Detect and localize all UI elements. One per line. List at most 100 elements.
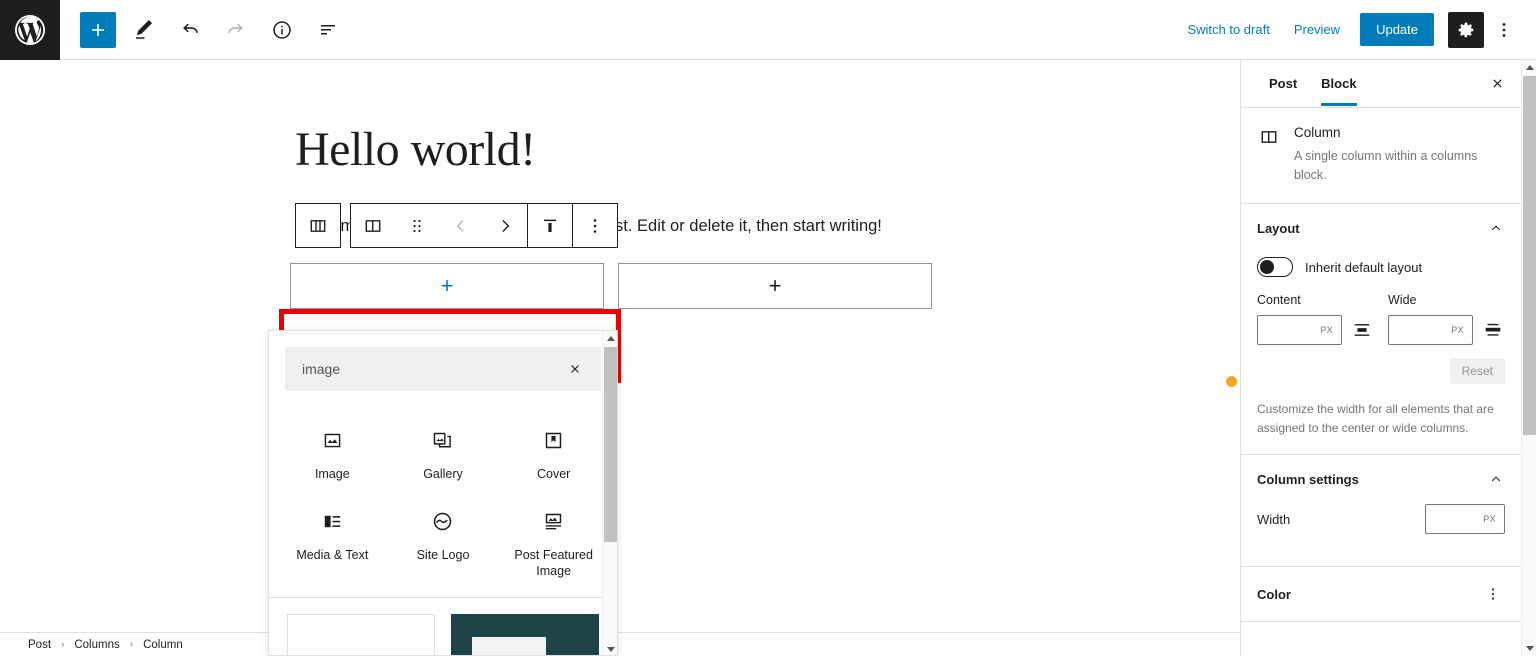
tools-edit-button[interactable] <box>126 12 162 48</box>
block-type-column-button[interactable] <box>351 204 395 247</box>
block-inserter-toggle[interactable] <box>80 11 116 48</box>
width-controls-row: Content PX Wide PX <box>1257 293 1505 345</box>
tab-post[interactable]: Post <box>1257 61 1309 106</box>
sidebar-scrollbar[interactable] <box>1521 60 1536 656</box>
undo-arrow-icon <box>183 23 199 33</box>
reset-row: Reset <box>1257 358 1505 384</box>
panel-body-column-settings: Width PX <box>1241 504 1521 566</box>
list-view-button[interactable] <box>310 12 346 48</box>
pattern-preview-light[interactable] <box>287 614 435 655</box>
panel-title: Column settings <box>1257 471 1359 487</box>
block-label: Post Featured Image <box>514 548 593 578</box>
panel-title: Color <box>1257 586 1291 602</box>
move-left-button[interactable] <box>439 204 483 247</box>
vertical-align-button[interactable] <box>528 204 572 247</box>
panel-header-color[interactable]: Color <box>1241 567 1521 621</box>
inserter-scrollbar[interactable] <box>602 331 617 655</box>
parent-block-group <box>295 203 341 248</box>
top-bar-right-actions: Switch to draft Preview Update <box>1175 11 1536 48</box>
list-view-icon <box>321 24 335 34</box>
gear-icon <box>1458 22 1474 37</box>
breadcrumb-item-column[interactable]: Column <box>139 637 187 653</box>
inserter-block-post-featured-image[interactable]: Post Featured Image <box>498 492 609 589</box>
scroll-up-arrow[interactable] <box>1522 60 1536 75</box>
details-button[interactable] <box>264 12 300 48</box>
column-appender-left[interactable]: + <box>290 263 604 309</box>
panel-title: Layout <box>1257 220 1300 236</box>
chevron-left-icon <box>456 219 464 232</box>
inserter-search-field[interactable] <box>285 347 601 391</box>
block-options-button[interactable] <box>573 204 617 247</box>
vertical-ellipsis-icon <box>1502 22 1506 37</box>
editor-canvas: Hello world! Welcome to WordPress. This … <box>0 60 1240 632</box>
block-card-title: Column <box>1294 125 1341 140</box>
undo-button[interactable] <box>172 12 208 48</box>
scroll-down-arrow[interactable] <box>603 642 617 655</box>
block-label: Gallery <box>423 467 463 481</box>
pencil-icon <box>136 19 153 39</box>
drag-handle[interactable] <box>395 204 439 247</box>
clear-search-button[interactable] <box>562 356 588 382</box>
block-label: Cover <box>536 467 571 481</box>
content-width-input[interactable]: PX <box>1257 315 1342 345</box>
plus-icon: + <box>440 273 454 298</box>
close-sidebar-button[interactable] <box>1481 68 1513 100</box>
inserter-block-media-text[interactable]: Media & Text <box>277 492 388 589</box>
panel-header-layout[interactable]: Layout <box>1241 204 1521 253</box>
redo-button[interactable] <box>218 12 254 48</box>
column-appender-right[interactable]: + <box>618 263 932 309</box>
marker-dot <box>1226 376 1237 387</box>
wide-align-button[interactable] <box>1481 317 1505 343</box>
inherit-default-layout-toggle[interactable] <box>1257 257 1293 277</box>
move-right-button[interactable] <box>483 204 527 247</box>
content-width-control: Content PX <box>1257 293 1374 345</box>
site-logo-icon <box>430 506 455 536</box>
wordpress-logo[interactable] <box>0 0 60 60</box>
media-text-icon <box>320 506 345 536</box>
image-icon <box>320 425 345 455</box>
scroll-up-arrow[interactable] <box>603 331 617 346</box>
panel-header-column-settings[interactable]: Column settings <box>1241 455 1521 504</box>
breadcrumb-item-columns[interactable]: Columns <box>70 637 123 653</box>
wide-width-field: PX <box>1388 315 1505 345</box>
preview-button[interactable]: Preview <box>1282 14 1352 45</box>
info-circle-icon <box>273 20 291 39</box>
inserter-block-gallery[interactable]: Gallery <box>388 411 499 492</box>
pattern-preview-dark[interactable] <box>451 614 599 655</box>
tab-block[interactable]: Block <box>1309 61 1368 106</box>
unit-label: PX <box>1451 325 1464 335</box>
breadcrumb: Post › Columns › Column <box>0 632 1240 656</box>
column-icon <box>1257 125 1281 185</box>
select-parent-columns-button[interactable] <box>296 204 340 247</box>
switch-to-draft-button[interactable]: Switch to draft <box>1175 14 1281 45</box>
editor-options-button[interactable] <box>1486 12 1522 48</box>
scrollbar-thumb[interactable] <box>1523 76 1536 435</box>
toggle-knob <box>1260 260 1274 274</box>
align-wide-icon <box>1485 323 1501 336</box>
editor-top-bar: Switch to draft Preview Update <box>0 0 1536 60</box>
vertical-ellipsis-icon <box>593 218 597 233</box>
settings-sidebar: Post Block Column A single column within… <box>1240 60 1536 656</box>
search-input[interactable] <box>302 361 562 377</box>
drag-dots-icon <box>413 219 421 232</box>
update-button[interactable]: Update <box>1360 13 1434 46</box>
settings-toggle-button[interactable] <box>1448 11 1484 48</box>
column-width-input[interactable]: PX <box>1425 504 1505 534</box>
post-title[interactable]: Hello world! <box>295 122 536 177</box>
inserter-block-cover[interactable]: Cover <box>498 411 609 492</box>
wide-width-input[interactable]: PX <box>1388 315 1473 345</box>
sidebar-tabs: Post Block <box>1241 60 1521 108</box>
scrollbar-thumb[interactable] <box>604 347 617 542</box>
column-width-row: Width PX <box>1257 504 1505 550</box>
color-options-button[interactable] <box>1481 582 1505 606</box>
block-toolbar <box>295 203 618 248</box>
reset-button[interactable]: Reset <box>1449 358 1505 384</box>
inserter-block-site-logo[interactable]: Site Logo <box>388 492 499 589</box>
content-width-field: PX <box>1257 315 1374 345</box>
inserter-block-image[interactable]: Image <box>277 411 388 492</box>
content-align-button[interactable] <box>1350 317 1374 343</box>
columns-icon <box>310 219 326 232</box>
scroll-down-arrow[interactable] <box>1522 641 1536 656</box>
breadcrumb-item-post[interactable]: Post <box>24 637 55 653</box>
block-label: Site Logo <box>416 548 470 562</box>
